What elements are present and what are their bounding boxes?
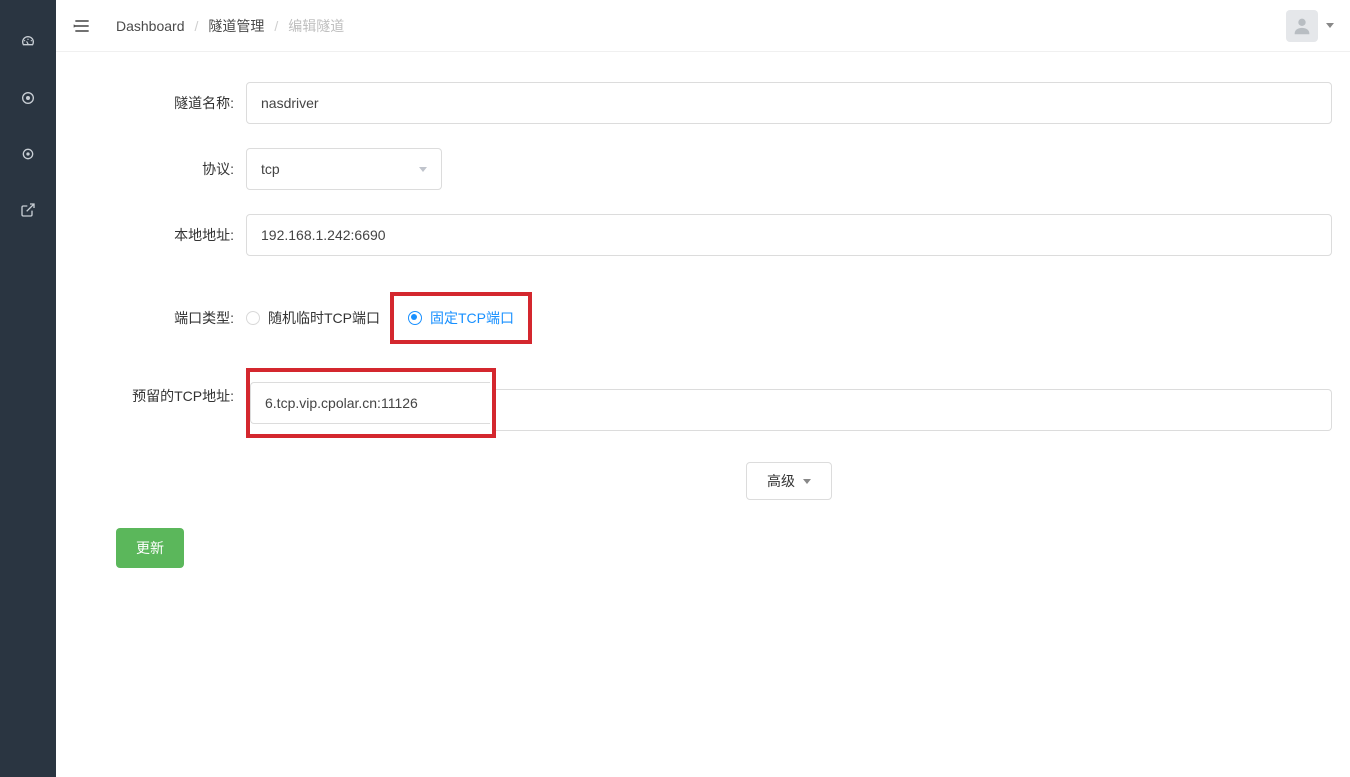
protocol-select[interactable]: tcp xyxy=(246,148,442,190)
update-button[interactable]: 更新 xyxy=(116,528,184,568)
menu-toggle-icon[interactable] xyxy=(72,16,92,36)
reserved-tcp-label: 预留的TCP地址: xyxy=(86,368,246,406)
port-type-fixed-label: 固定TCP端口 xyxy=(430,308,514,328)
dashboard-icon[interactable] xyxy=(0,18,56,66)
chevron-down-icon xyxy=(803,479,811,484)
tunnel-name-input[interactable] xyxy=(246,82,1332,124)
circle-icon[interactable] xyxy=(0,130,56,178)
target-icon[interactable] xyxy=(0,74,56,122)
avatar[interactable] xyxy=(1286,10,1318,42)
reserved-tcp-input[interactable] xyxy=(250,382,490,424)
breadcrumb-edit-tunnel: 编辑隧道 xyxy=(288,16,344,36)
radio-icon xyxy=(408,311,422,325)
sidebar xyxy=(0,0,56,777)
breadcrumb-sep: / xyxy=(274,18,278,34)
local-address-label: 本地地址: xyxy=(86,225,246,245)
user-menu-caret-icon[interactable] xyxy=(1326,23,1334,28)
protocol-label: 协议: xyxy=(86,159,246,179)
port-type-label: 端口类型: xyxy=(86,308,246,328)
advanced-label: 高级 xyxy=(767,471,795,491)
breadcrumb: Dashboard / 隧道管理 / 编辑隧道 xyxy=(116,16,344,36)
tunnel-name-label: 隧道名称: xyxy=(86,93,246,113)
edit-tunnel-form: 隧道名称: 协议: tcp 本地地址: xyxy=(56,52,1350,598)
protocol-value: tcp xyxy=(261,161,280,177)
external-link-icon[interactable] xyxy=(0,186,56,234)
port-type-fixed-radio[interactable]: 固定TCP端口 xyxy=(408,308,514,328)
port-type-random-radio[interactable]: 随机临时TCP端口 xyxy=(246,308,380,328)
local-address-input[interactable] xyxy=(246,214,1332,256)
port-type-random-label: 随机临时TCP端口 xyxy=(268,308,380,328)
highlight-reserved-tcp xyxy=(246,368,496,438)
breadcrumb-tunnel-mgmt[interactable]: 隧道管理 xyxy=(208,16,264,36)
topbar: Dashboard / 隧道管理 / 编辑隧道 xyxy=(56,0,1350,52)
advanced-toggle-button[interactable]: 高级 xyxy=(746,462,832,500)
radio-icon xyxy=(246,311,260,325)
reserved-tcp-input-extension[interactable] xyxy=(496,389,1332,431)
chevron-down-icon xyxy=(419,167,427,172)
highlight-fixed-port: 固定TCP端口 xyxy=(390,292,532,344)
breadcrumb-sep: / xyxy=(195,18,199,34)
breadcrumb-dashboard[interactable]: Dashboard xyxy=(116,18,185,34)
